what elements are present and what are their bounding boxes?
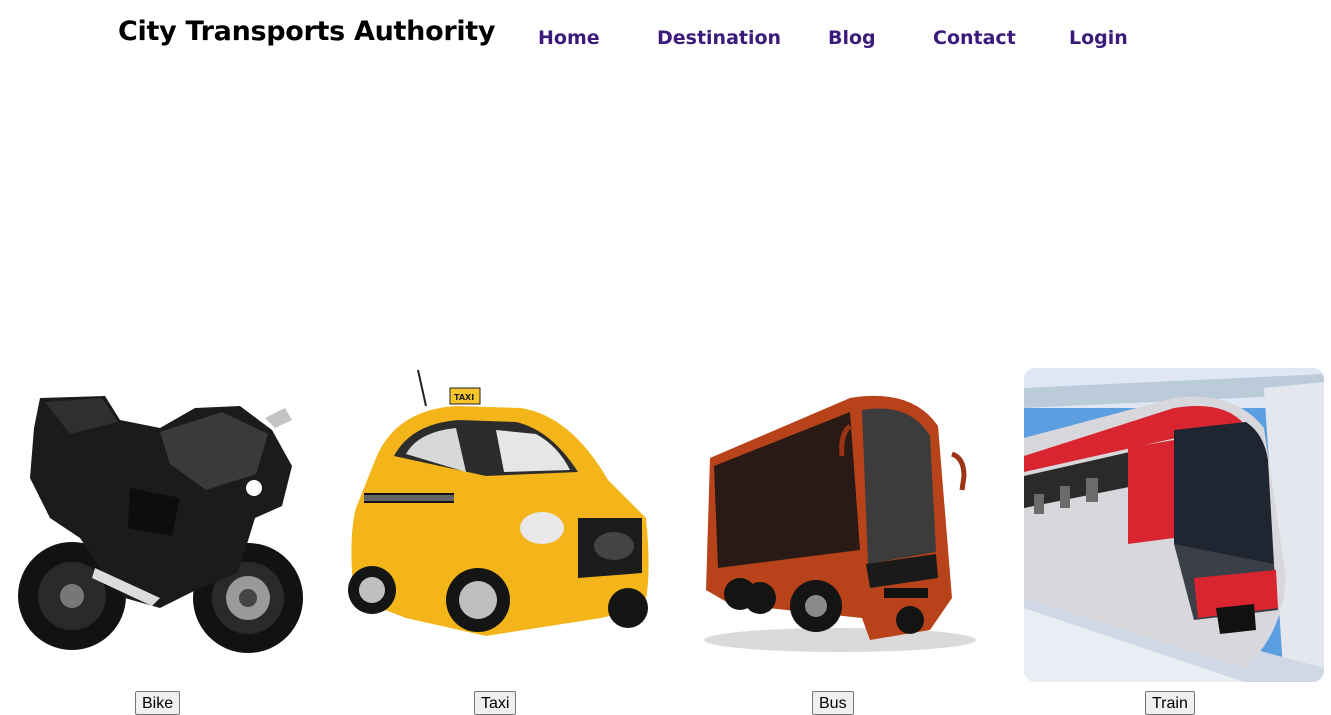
bike-card: Bike	[10, 368, 310, 715]
train-card: Train	[1024, 368, 1324, 715]
nav-blog[interactable]: Blog	[828, 27, 876, 49]
nav-login[interactable]: Login	[1069, 27, 1128, 49]
nav-destination[interactable]: Destination	[657, 27, 781, 49]
taxi-image: TAXI	[348, 369, 649, 636]
taxi-roof-sign: TAXI	[454, 393, 474, 402]
bus-card: Bus	[690, 368, 976, 715]
bus-image	[704, 395, 976, 652]
motorcycle-image	[18, 396, 303, 653]
bike-button[interactable]: Bike	[135, 691, 181, 715]
train-button[interactable]: Train	[1145, 691, 1195, 715]
nav-home[interactable]: Home	[538, 27, 600, 49]
bus-button[interactable]: Bus	[812, 691, 854, 715]
taxi-button[interactable]: Taxi	[474, 691, 517, 715]
taxi-card: TAXI Taxi	[346, 368, 652, 715]
train-image	[1024, 368, 1324, 682]
nav-contact[interactable]: Contact	[933, 27, 1016, 49]
brand-title: City Transports Authority	[118, 16, 496, 47]
